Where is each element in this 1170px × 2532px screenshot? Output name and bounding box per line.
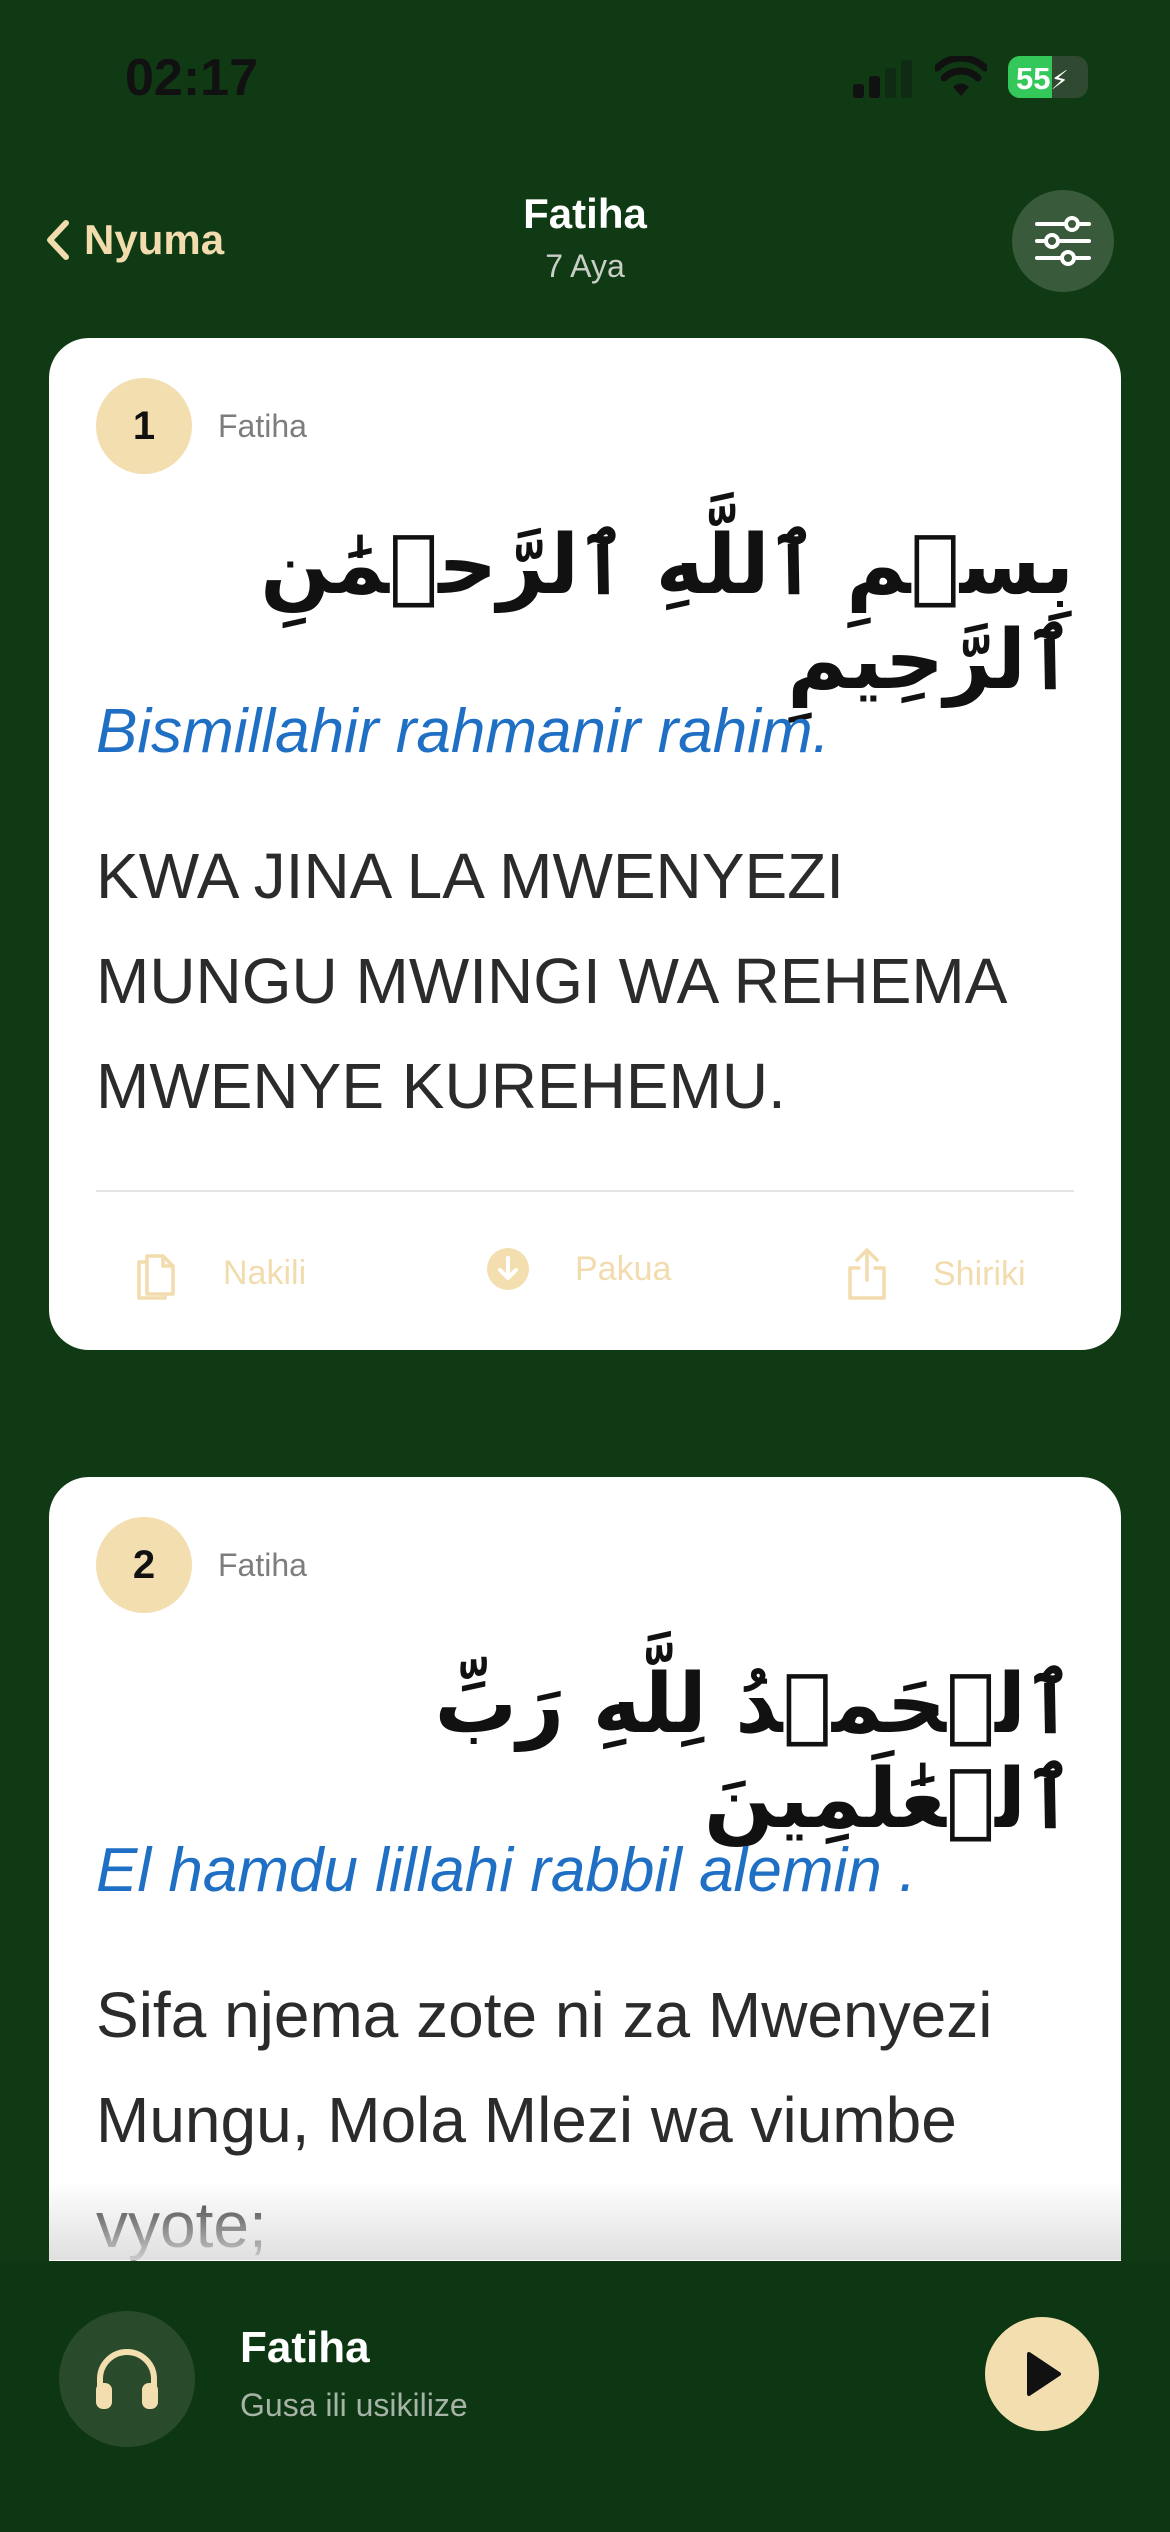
copy-button[interactable]: Nakili xyxy=(133,1246,306,1300)
share-button[interactable]: Shiriki xyxy=(845,1246,1026,1302)
verse-arabic-text: بِسۡمِ ٱللَّهِ ٱلرَّحۡمَٰنِ ٱلرَّحِيمِ xyxy=(260,518,1074,708)
verse-actions: Nakili Pakua Shiriki xyxy=(49,1246,1121,1316)
chevron-left-icon xyxy=(47,220,69,260)
download-button[interactable]: Pakua xyxy=(485,1246,671,1292)
download-label: Pakua xyxy=(575,1249,672,1288)
copy-icon xyxy=(137,1254,175,1300)
play-icon xyxy=(1027,2352,1061,2396)
copy-label: Nakili xyxy=(223,1253,307,1292)
share-icon xyxy=(848,1248,886,1300)
signal-icon xyxy=(853,60,913,98)
verse-translation: KWA JINA LA MWENYEZI MUNGU MWINGI WA REH… xyxy=(96,840,1004,1122)
verse-card[interactable]: 1 Fatiha بِسۡمِ ٱللَّهِ ٱلرَّحۡمَٰنِ ٱلر… xyxy=(49,338,1121,1350)
back-label: Nyuma xyxy=(84,216,225,263)
verse-surah-label: Fatiha xyxy=(218,407,307,444)
status-time: 02:17 xyxy=(125,49,258,107)
verse-number-badge: 1 xyxy=(96,378,192,474)
verse-surah-label: Fatiha xyxy=(218,1546,307,1583)
battery-icon: 55⚡ xyxy=(1008,56,1088,98)
divider xyxy=(96,1190,1074,1192)
player-title: Fatiha xyxy=(240,2323,370,2372)
wifi-icon xyxy=(933,54,989,98)
verse-number-badge: 2 xyxy=(96,1517,192,1613)
verse-header: 2 Fatiha xyxy=(96,1517,307,1613)
header-title-block: Fatiha 7 Aya xyxy=(385,190,785,285)
verse-arabic-text: ٱلۡحَمۡدُ لِلَّهِ رَبِّ ٱلۡعَٰلَمِينَ xyxy=(434,1657,1074,1847)
battery-level: 55 xyxy=(1016,61,1051,96)
headphones-icon xyxy=(96,2349,158,2409)
share-label: Shiriki xyxy=(933,1254,1026,1293)
sliders-icon xyxy=(1035,216,1091,266)
scroll-fade xyxy=(49,2180,1121,2260)
page-subtitle: 7 Aya xyxy=(545,248,625,284)
page-title: Fatiha xyxy=(523,190,647,237)
verse-header: 1 Fatiha xyxy=(96,378,307,474)
back-button[interactable]: Nyuma xyxy=(44,210,224,270)
settings-button[interactable] xyxy=(1012,190,1114,292)
verse-transliteration: Bismillahir rahmanir rahim. xyxy=(96,697,830,766)
player-artwork xyxy=(59,2311,195,2447)
verse-transliteration: El hamdu lillahi rabbil alemin . xyxy=(96,1836,917,1905)
player-subtitle: Gusa ili usikilize xyxy=(240,2387,468,2423)
download-icon xyxy=(487,1248,529,1290)
play-button[interactable] xyxy=(985,2317,1099,2431)
status-bar: 02:17 55⚡ xyxy=(0,0,1170,150)
audio-player-bar[interactable]: Fatiha Gusa ili usikilize xyxy=(0,2261,1170,2532)
